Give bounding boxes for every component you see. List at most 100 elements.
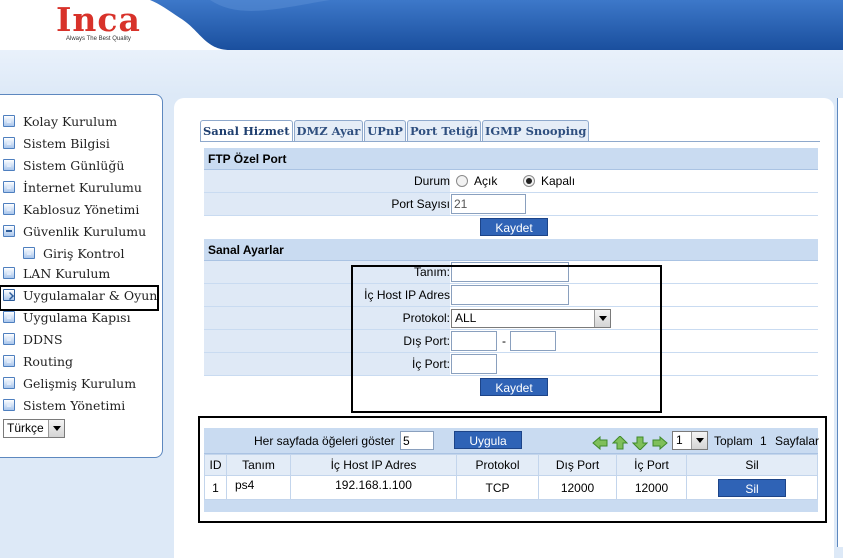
sidebar-item-giris-kontrol[interactable]: Giriş Kontrol	[1, 245, 157, 265]
cell-ext-port: 12000	[538, 475, 617, 500]
sidebar-item-gelismis-kurulum[interactable]: Gelişmiş Kurulum	[1, 375, 157, 397]
sidebar-item-routing[interactable]: Routing	[1, 353, 157, 375]
chevron-down-icon[interactable]	[691, 432, 707, 449]
sidebar-item-lan-kurulum[interactable]: LAN Kurulum	[1, 265, 157, 287]
total-value: 1	[760, 434, 767, 448]
table-header-row: ID Tanım İç Host IP Adres Protokol Dış P…	[204, 454, 818, 476]
sidebar-item-label: Uygulamalar & Oyun	[23, 288, 158, 303]
sidebar-item-sistem-gunlugu[interactable]: Sistem Günlüğü	[1, 157, 157, 179]
cell-host-ip: 192.168.1.100	[290, 475, 457, 500]
sidebar-item-label: Uygulama Kapısı	[23, 310, 131, 325]
cell-delete: Sil	[686, 475, 818, 500]
tab-dmz-ayar[interactable]: DMZ Ayar	[293, 120, 364, 141]
virtual-protocol-row: Protokol: ALL	[204, 307, 818, 330]
rules-list: Her sayfada öğeleri göster Uygula 1 Topl…	[204, 428, 820, 512]
sidebar-item-uygulama-kapisi[interactable]: Uygulama Kapısı	[1, 309, 157, 331]
tab-upnp[interactable]: UPnP	[364, 120, 406, 141]
virtual-section-title: Sanal Ayarlar	[204, 239, 818, 261]
square-bullet-icon	[3, 377, 15, 389]
ftp-save-button[interactable]: Kaydet	[480, 218, 548, 236]
tab-sanal-hizmet[interactable]: Sanal Hizmet	[200, 120, 293, 141]
sidebar-item-guvenlik-kurulumu[interactable]: Güvenlik Kurulumu	[1, 223, 157, 245]
header-band	[0, 50, 843, 95]
square-bullet-icon	[3, 399, 15, 411]
sidebar-item-ddns[interactable]: DDNS	[1, 331, 157, 353]
virtual-protocol-label: Protokol:	[204, 307, 450, 329]
ext-port-end-input[interactable]	[510, 331, 556, 351]
col-host-ip: İç Host IP Adres	[290, 454, 457, 476]
sidebar-item-label: Gelişmiş Kurulum	[23, 376, 137, 391]
sidebar-item-label: LAN Kurulum	[23, 266, 111, 281]
per-page-input[interactable]	[400, 431, 434, 450]
sidebar-item-kablosuz-yonetimi[interactable]: Kablosuz Yönetimi	[1, 201, 157, 223]
cell-name: ps4	[226, 475, 291, 500]
ftp-port-input[interactable]	[451, 194, 526, 214]
previous-page-icon[interactable]	[612, 436, 628, 450]
int-port-input[interactable]	[451, 354, 497, 374]
page-select[interactable]: 1	[672, 431, 708, 450]
tab-igmp-snooping[interactable]: IGMP Snooping	[481, 120, 590, 141]
virtual-name-value	[451, 261, 818, 283]
ext-port-start-input[interactable]	[451, 331, 497, 351]
right-panel-edge	[837, 98, 843, 547]
ftp-status-label: Durum	[204, 170, 450, 192]
square-bullet-icon	[3, 311, 15, 323]
radio-acik[interactable]	[456, 175, 468, 187]
sidebar-item-sistem-bilgisi[interactable]: Sistem Bilgisi	[1, 135, 157, 157]
chevron-down-icon[interactable]	[48, 420, 64, 437]
square-bullet-icon	[3, 203, 15, 215]
cell-id: 1	[204, 475, 227, 500]
next-page-icon[interactable]	[632, 436, 648, 450]
virtual-save-button[interactable]: Kaydet	[480, 378, 548, 396]
arrow-right-icon	[3, 289, 15, 301]
sidebar-item-label: Güvenlik Kurulumu	[23, 224, 147, 239]
list-footer	[204, 500, 818, 512]
tab-port-tetigi[interactable]: Port Tetiği	[406, 120, 481, 141]
square-bullet-icon	[3, 159, 15, 171]
protocol-select[interactable]: ALL	[451, 309, 611, 328]
sidebar-item-label: DDNS	[23, 332, 63, 347]
sidebar-item-label: İnternet Kurulumu	[23, 180, 142, 195]
logo-tagline: Always The Best Quality	[66, 36, 131, 42]
square-bullet-icon	[23, 247, 35, 259]
col-name: Tanım	[226, 454, 291, 476]
sidebar-item-label: Kablosuz Yönetimi	[23, 202, 140, 217]
virtual-host-label: İç Host IP Adres	[204, 284, 450, 306]
square-bullet-icon	[3, 267, 15, 279]
ftp-port-label: Port Sayısı	[204, 193, 450, 215]
sidebar-item-internet-kurulumu[interactable]: İnternet Kurulumu	[1, 179, 157, 201]
first-page-icon[interactable]	[592, 436, 608, 450]
sidebar-item-sistem-yonetimi[interactable]: Sistem Yönetimi	[1, 397, 157, 419]
apply-button[interactable]: Uygula	[454, 431, 522, 449]
sidebar-item-kolay-kurulum[interactable]: Kolay Kurulum	[1, 113, 157, 135]
protocol-select-value: ALL	[455, 311, 477, 325]
virtual-name-input[interactable]	[451, 262, 569, 282]
last-page-icon[interactable]	[652, 436, 668, 450]
square-bullet-icon	[3, 181, 15, 193]
square-bullet-icon	[3, 137, 15, 149]
sidebar-item-label: Sistem Günlüğü	[23, 158, 125, 173]
list-toolbar: Her sayfada öğeleri göster Uygula 1 Topl…	[204, 428, 820, 454]
virtual-save-row: Kaydet	[204, 376, 818, 398]
tab-bar: Sanal Hizmet DMZ Ayar UPnP Port Tetiği I…	[200, 120, 590, 142]
chevron-down-icon[interactable]	[594, 310, 610, 327]
language-select[interactable]: Türkçe	[3, 419, 65, 438]
radio-kapali-label: Kapalı	[541, 174, 576, 188]
sidebar-item-uygulamalar-oyun[interactable]: Uygulamalar & Oyun	[0, 285, 160, 311]
language-select-value: Türkçe	[7, 421, 44, 435]
sidebar-item-label: Kolay Kurulum	[23, 114, 118, 129]
port-range-separator: -	[502, 334, 506, 348]
virtual-name-row: Tanım:	[204, 261, 818, 284]
ftp-status-value: Açık Kapalı	[451, 170, 818, 192]
col-int-port: İç Port	[616, 454, 687, 476]
rules-table: ID Tanım İç Host IP Adres Protokol Dış P…	[204, 454, 818, 500]
delete-button[interactable]: Sil	[718, 478, 786, 497]
ftp-save-row: Kaydet	[204, 216, 818, 238]
host-ip-input[interactable]	[451, 285, 569, 305]
pages-label: Sayfalar	[775, 434, 820, 448]
radio-kapali[interactable]	[523, 175, 535, 187]
cell-protocol: TCP	[456, 475, 539, 500]
square-bullet-icon	[3, 333, 15, 345]
virtual-host-value	[451, 284, 818, 306]
sidebar-item-label: Sistem Yönetimi	[23, 398, 126, 413]
